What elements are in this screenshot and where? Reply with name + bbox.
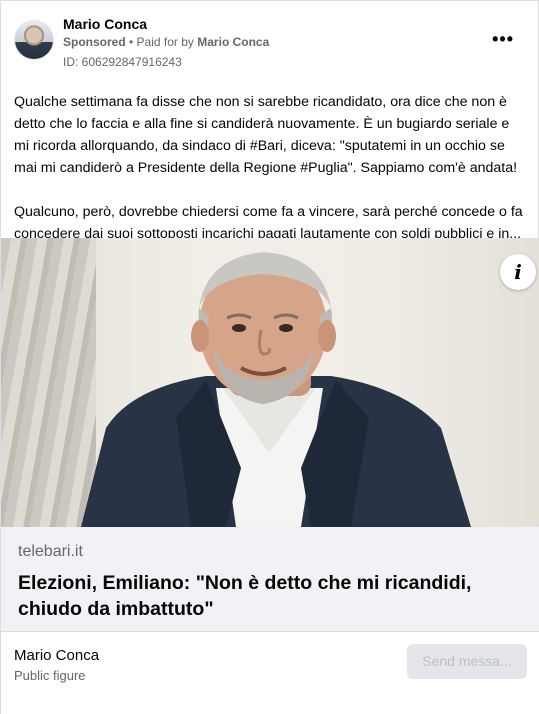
payer-name: Mario Conca bbox=[197, 35, 270, 49]
sponsored-label: Sponsored bbox=[63, 35, 126, 49]
author-avatar[interactable] bbox=[14, 20, 54, 60]
author-name[interactable]: Mario Conca bbox=[63, 16, 147, 32]
more-options-icon[interactable]: ••• bbox=[492, 29, 514, 50]
link-headline[interactable]: Elezioni, Emiliano: "Non è detto che mi … bbox=[18, 570, 523, 622]
person-photo bbox=[81, 252, 471, 527]
link-preview[interactable]: telebari.it Elezioni, Emiliano: "Non è d… bbox=[1, 527, 539, 631]
ad-image[interactable]: i bbox=[1, 238, 539, 527]
post-paragraph: Qualche settimana fa disse che non si sa… bbox=[14, 94, 518, 176]
paid-for-by-label: Paid for by bbox=[136, 35, 194, 49]
info-icon[interactable]: i bbox=[500, 254, 536, 290]
send-message-button[interactable]: Send messa... bbox=[407, 644, 527, 679]
page-name[interactable]: Mario Conca bbox=[14, 647, 99, 664]
link-domain: telebari.it bbox=[18, 543, 83, 560]
ad-card: Mario Conca Sponsored • Paid for by Mari… bbox=[0, 0, 539, 714]
page-category: Public figure bbox=[14, 668, 86, 683]
ad-id: ID: 606292847916243 bbox=[63, 55, 182, 69]
sponsored-line: Sponsored • Paid for by Mario Conca bbox=[63, 35, 269, 49]
page-footer: Mario Conca Public figure Send messa... bbox=[1, 631, 539, 714]
post-header: Mario Conca Sponsored • Paid for by Mari… bbox=[1, 1, 538, 81]
separator: • bbox=[125, 35, 137, 49]
